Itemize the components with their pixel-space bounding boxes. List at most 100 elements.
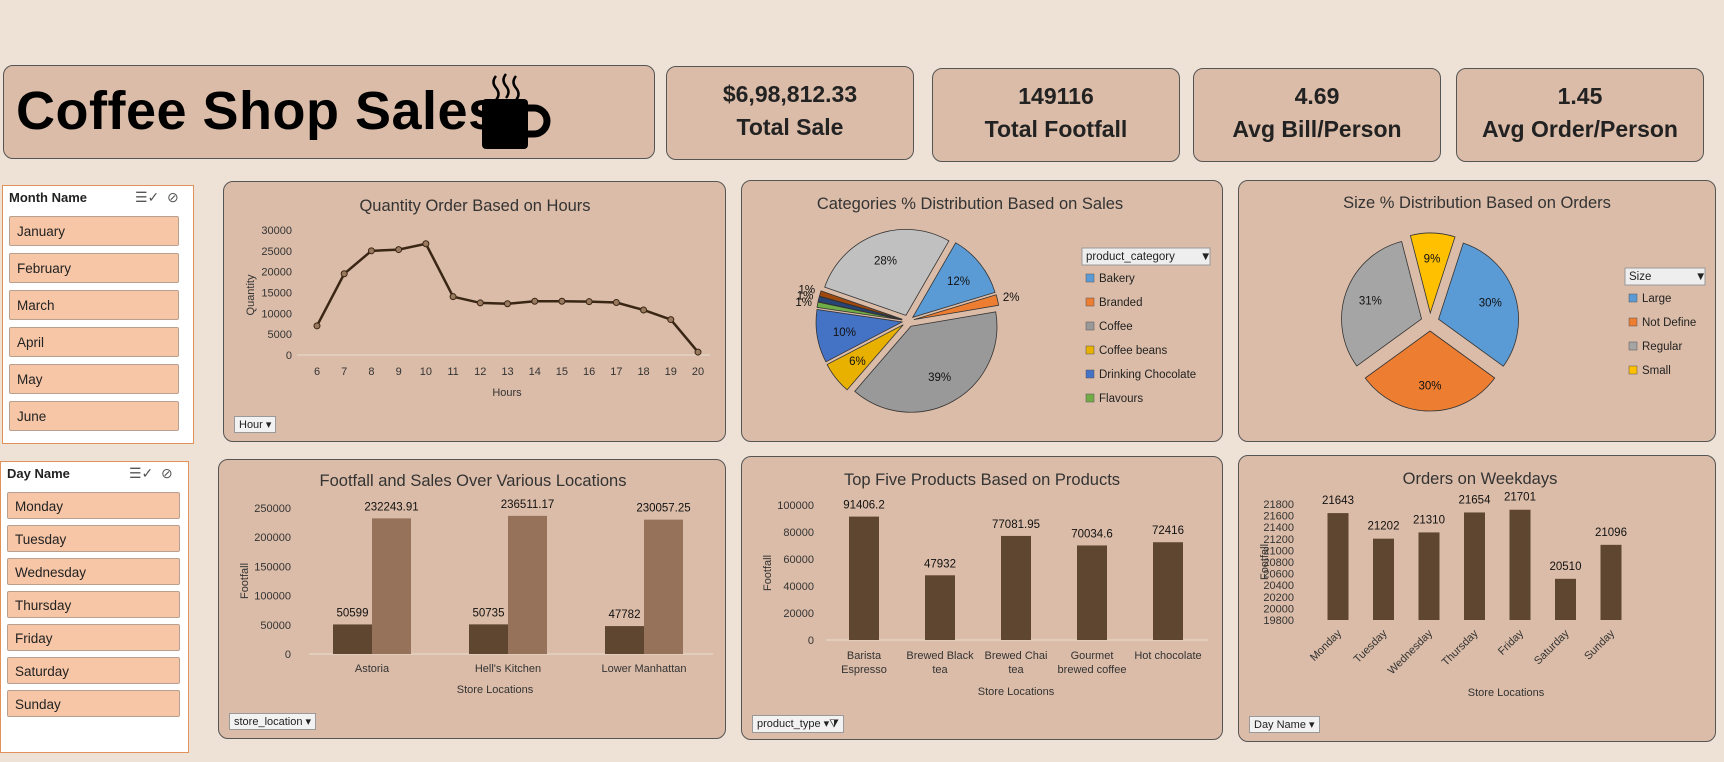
filter-label: store_location [234, 716, 303, 728]
y-tick-label: 20000 [1263, 603, 1294, 615]
product-type-filter-button[interactable]: product_type ▾⧩ [752, 715, 844, 733]
legend-label: Regular [1642, 341, 1682, 353]
slicer-item-january[interactable]: January [9, 216, 179, 246]
x-axis-title: Store Locations [457, 684, 534, 696]
y-tick-label: 25000 [261, 246, 292, 258]
x-tick-label: Thursday [1440, 627, 1481, 668]
y-tick-label: 40000 [783, 581, 814, 593]
slicer-item-saturday[interactable]: Saturday [7, 657, 180, 684]
chart-svg: Footfall and Sales Over Various Location… [239, 472, 713, 696]
multi-select-icon[interactable]: ☰✓ [129, 465, 153, 482]
x-tick-label: tea [932, 664, 948, 676]
slicer-item-thursday[interactable]: Thursday [7, 591, 180, 618]
bar [605, 626, 644, 654]
data-point [340, 270, 348, 278]
hour-filter-button[interactable]: Hour ▾ [234, 416, 277, 433]
bar [469, 624, 508, 654]
legend-label: Bakery [1099, 273, 1135, 285]
bar-data-label: 21643 [1322, 495, 1354, 507]
bar-data-label: 21202 [1368, 521, 1400, 533]
slicer-item-tuesday[interactable]: Tuesday [7, 525, 180, 552]
x-tick-label: Astoria [355, 663, 390, 675]
x-tick-label: Friday [1496, 627, 1526, 657]
weekdays-bar-chart: Orders on Weekdays 19800 20000 20200 20400 20… [1238, 455, 1716, 742]
bar-data-label: 50599 [337, 607, 369, 619]
bar-data-label: 21701 [1504, 492, 1536, 504]
bar [1001, 535, 1031, 640]
slicer-item-wednesday[interactable]: Wednesday [7, 558, 180, 585]
kpi-label: Avg Order/Person [1482, 116, 1678, 142]
bar-data-label: 47932 [924, 558, 956, 570]
legend-label: Small [1642, 365, 1671, 377]
x-tick-label: 7 [341, 366, 347, 378]
chart-title: Categories % Distribution Based on Sales [817, 195, 1123, 213]
clear-filter-icon[interactable]: ⊘ [167, 189, 179, 206]
pie-data-label: 10% [833, 327, 856, 339]
slicer-item-april[interactable]: April [9, 327, 179, 357]
bar-data-label: 20510 [1550, 561, 1582, 573]
data-point [395, 246, 403, 254]
clear-filter-icon[interactable]: ⊘ [161, 465, 173, 482]
bar-data-label: 72416 [1152, 525, 1184, 537]
slicer-item-june[interactable]: June [9, 401, 179, 431]
slicer-item-sunday[interactable]: Sunday [7, 690, 180, 717]
legend-title: product_category [1086, 251, 1175, 263]
y-tick-label: 100000 [777, 500, 814, 512]
x-tick-label: 11 [447, 366, 458, 378]
y-tick-label: 15000 [261, 288, 292, 300]
legend-swatch [1085, 369, 1095, 379]
kpi-value: 4.69 [1294, 83, 1340, 109]
x-axis-title: Store Locations [1468, 687, 1545, 699]
y-tick-label: 21800 [1263, 499, 1294, 511]
pie-data-label: 28% [874, 256, 897, 268]
bar [644, 519, 683, 654]
filter-label: Day Name [1254, 719, 1306, 731]
pie-data-label: 30% [1479, 297, 1502, 309]
slicer-item-march[interactable]: March [9, 290, 179, 320]
bar-data-label: 21096 [1595, 527, 1627, 539]
chart-title: Quantity Order Based on Hours [359, 197, 590, 215]
slicer-item-may[interactable]: May [9, 364, 179, 394]
slicer-item-monday[interactable]: Monday [7, 492, 180, 519]
x-tick-label: Barista [847, 650, 882, 662]
data-point [476, 299, 484, 307]
y-tick-label: 150000 [254, 561, 291, 573]
slicer-item-february[interactable]: February [9, 253, 179, 283]
store-location-filter-button[interactable]: store_location ▾ [229, 713, 317, 730]
bar-data-label: 77081.95 [992, 519, 1040, 531]
bar [1555, 578, 1576, 620]
chart-title: Top Five Products Based on Products [844, 471, 1120, 489]
x-tick-label: Brewed Black [906, 650, 974, 662]
day-name-filter-button[interactable]: Day Name ▾ [1249, 716, 1320, 733]
slicer-item-friday[interactable]: Friday [7, 624, 180, 651]
legend-swatch [1085, 321, 1095, 331]
kpi-label: Total Footfall [984, 116, 1128, 142]
bar-data-label: 21310 [1413, 514, 1445, 526]
multi-select-icon[interactable]: ☰✓ [135, 189, 159, 206]
month-slicer: Month Name ☰✓ ⊘ January February March A… [2, 185, 194, 444]
x-tick-label: 16 [583, 366, 595, 378]
bar [508, 515, 547, 654]
kpi-total-footfall: 149116 Total Footfall [932, 68, 1180, 162]
x-tick-label: 19 [665, 366, 677, 378]
x-tick-label: Espresso [841, 664, 887, 676]
products-bar-chart: Top Five Products Based on Products 0 2000… [741, 456, 1223, 740]
bar-data-label: 70034.6 [1071, 528, 1113, 540]
bar [1509, 509, 1531, 620]
slicer-header: Day Name [7, 466, 70, 481]
bar [849, 516, 879, 640]
y-tick-label: 0 [285, 649, 291, 661]
x-tick-label: Monday [1308, 627, 1345, 664]
pie-data-label: 6% [849, 356, 866, 368]
day-slicer: Day Name ☰✓ ⊘ Monday Tuesday Wednesday T… [0, 461, 189, 753]
bar [1373, 538, 1394, 620]
chart-title: Footfall and Sales Over Various Location… [320, 472, 627, 490]
x-tick-label: Hot chocolate [1134, 650, 1201, 662]
legend-swatch [1085, 393, 1095, 403]
kpi-label: Total Sale [736, 114, 844, 140]
bar [1600, 544, 1622, 620]
y-tick-label: 20000 [261, 267, 292, 279]
y-tick-label: 60000 [783, 554, 814, 566]
bar-data-label: 236511.17 [501, 499, 555, 511]
bar-data-label: 50735 [473, 607, 505, 619]
